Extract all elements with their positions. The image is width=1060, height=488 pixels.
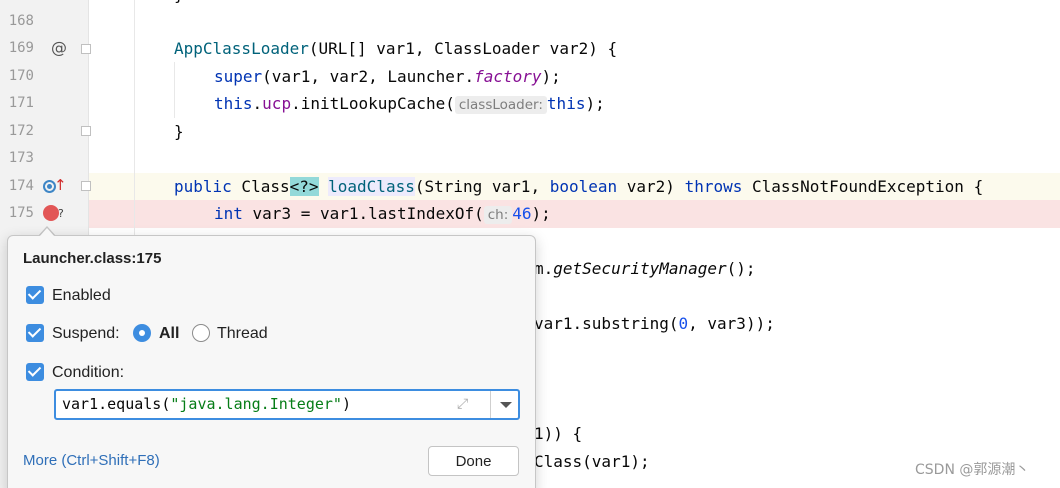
line-number: 173 [8,150,34,166]
code-line[interactable]: int var3 = var1.lastIndexOf(ch: 46); [89,200,1060,228]
line-number: 172 [8,123,34,139]
line-number: 174 [8,178,34,194]
popup-pointer-inner [39,228,55,237]
code-text: 1)) { [534,424,583,443]
code-text: } [174,122,184,141]
breakpoint-popup: Launcher.class:175 Enabled Suspend: All … [7,235,536,488]
code-line[interactable]: this.ucp.initLookupCache(classLoader: thi… [89,90,1060,118]
suspend-thread-radio[interactable] [192,324,210,342]
code-text: m.getSecurityManager(); [534,259,756,278]
conditional-breakpoint-marker: ? [58,207,64,220]
line-number: 175 [8,205,34,221]
code-text: } [174,0,184,9]
line-number: 170 [8,68,34,84]
code-line[interactable]: } [89,0,1060,9]
suspend-label[interactable]: Suspend: [52,325,120,343]
condition-text: var1.equals("java.lang.Integer") [62,395,351,413]
chevron-down-icon[interactable] [500,402,512,408]
expand-icon[interactable]: ⤢ [457,396,475,414]
code-text: public Class<?> loadClass(String var1, b… [174,177,984,196]
suspend-checkbox[interactable] [26,324,44,342]
dropdown-separator [490,391,491,418]
line-number: 169 [8,40,34,56]
override-up-arrow-icon[interactable]: ↑ [54,176,67,194]
line-number: 168 [8,13,34,29]
popup-title: Launcher.class:175 [23,250,162,267]
code-text: int var3 = var1.lastIndexOf(ch: 46); [214,204,551,224]
code-line[interactable]: } [89,118,1060,146]
code-text: var1.substring(0, var3)); [534,314,775,333]
code-text: this.ucp.initLookupCache(classLoader: thi… [214,94,605,114]
suspend-thread-label[interactable]: Thread [217,325,268,343]
code-text: super(var1, var2, Launcher.factory); [214,67,561,86]
suspend-all-radio[interactable] [133,324,151,342]
parameter-hint: ch: [483,206,513,224]
enabled-checkbox[interactable] [26,286,44,304]
enabled-label[interactable]: Enabled [52,287,111,305]
breakpoint-icon[interactable] [43,205,59,221]
more-link[interactable]: More (Ctrl+Shift+F8) [23,452,160,469]
suspend-all-label[interactable]: All [159,325,179,343]
watermark: CSDN @郭源潮丶 [915,462,1030,478]
parameter-hint: classLoader: [454,96,547,114]
code-text: Class(var1); [534,452,650,471]
annotation-icon[interactable]: @ [51,38,67,57]
condition-input[interactable]: var1.equals("java.lang.Integer") ⤢ [54,389,520,420]
code-line[interactable]: super(var1, var2, Launcher.factory); [89,63,1060,91]
line-number: 171 [8,95,34,111]
code-text: AppClassLoader(URL[] var1, ClassLoader v… [174,39,618,58]
condition-checkbox[interactable] [26,363,44,381]
code-line[interactable]: AppClassLoader(URL[] var1, ClassLoader v… [89,35,1060,63]
code-line[interactable]: public Class<?> loadClass(String var1, b… [89,173,1060,201]
condition-label[interactable]: Condition: [52,364,124,382]
done-button[interactable]: Done [428,446,519,476]
